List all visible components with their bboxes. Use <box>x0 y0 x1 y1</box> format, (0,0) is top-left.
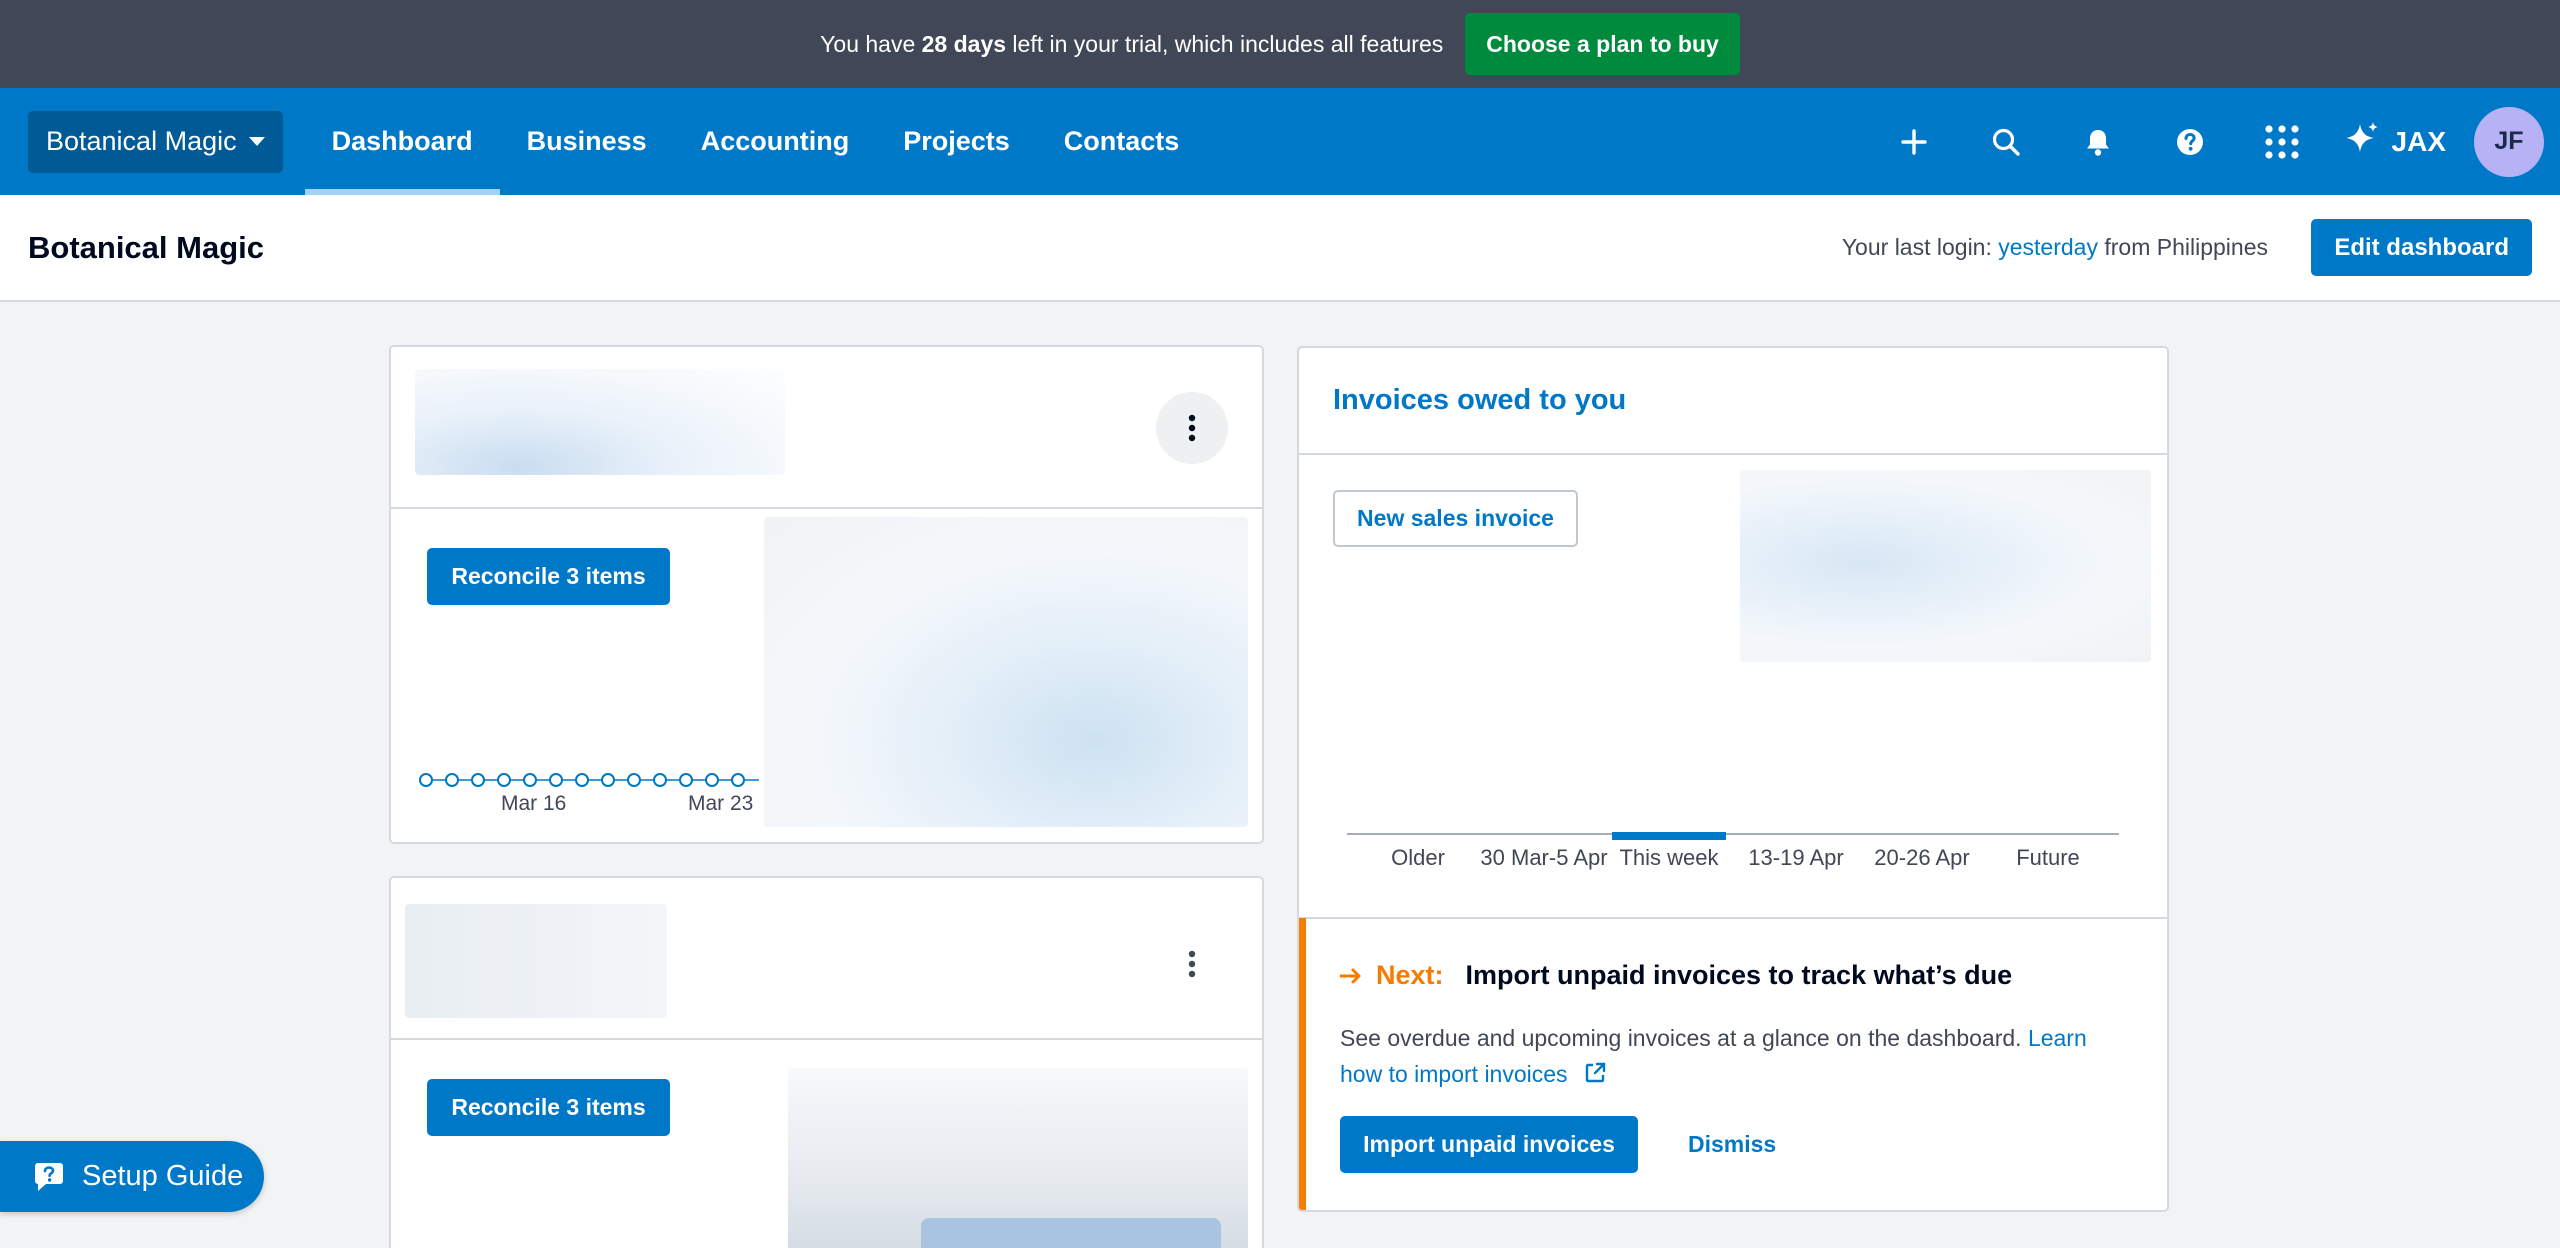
org-switcher[interactable]: Botanical Magic <box>28 110 283 173</box>
invoice-aging-chart <box>1347 832 2119 840</box>
tab-accounting[interactable]: Accounting <box>674 88 877 195</box>
tab-business[interactable]: Business <box>500 88 674 195</box>
tab-projects[interactable]: Projects <box>876 88 1037 195</box>
trial-days: 28 days <box>921 30 1007 57</box>
reconcile-button[interactable]: Reconcile 3 items <box>427 1079 670 1136</box>
jax-sparkle-icon <box>2345 121 2378 152</box>
arrow-right-icon <box>1340 968 1361 983</box>
dismiss-button[interactable]: Dismiss <box>1688 1116 1776 1173</box>
axis-label: 30 Mar-5 Apr <box>1480 845 1608 870</box>
chat-help-icon <box>35 1162 63 1191</box>
next-step-title: Import unpaid invoices to track what’s d… <box>1465 960 2013 990</box>
reconcile-button[interactable]: Reconcile 3 items <box>427 548 670 605</box>
external-link-icon[interactable] <box>1584 1062 1606 1084</box>
last-login-link[interactable]: yesterday <box>1998 234 2098 260</box>
account-name-placeholder <box>405 904 667 1018</box>
setup-guide-button[interactable]: Setup Guide <box>0 1141 264 1212</box>
nav-actions: JAX JF <box>1868 88 2544 195</box>
trial-banner: You have 28 days left in your trial, whi… <box>0 0 2560 88</box>
help-icon[interactable] <box>2144 88 2236 195</box>
edit-dashboard-button[interactable]: Edit dashboard <box>2311 219 2532 276</box>
bank-account-card: Reconcile 3 items Mar 16 Mar 23 <box>389 345 1264 844</box>
setup-guide-label: Setup Guide <box>82 1160 244 1192</box>
jax-assistant-button[interactable]: JAX <box>2338 120 2446 164</box>
next-step-heading: Next: Import unpaid invoices to track wh… <box>1340 960 2012 991</box>
nav-tabs: Dashboard Business Accounting Projects C… <box>304 88 1207 195</box>
account-name-placeholder <box>415 369 785 475</box>
search-icon[interactable] <box>1960 88 2052 195</box>
new-sales-invoice-button[interactable]: New sales invoice <box>1333 490 1578 547</box>
org-name: Botanical Magic <box>46 126 237 156</box>
top-nav: Botanical Magic Dashboard Business Accou… <box>0 88 2560 195</box>
more-options-icon[interactable] <box>1156 928 1228 1000</box>
next-step-description: See overdue and upcoming invoices at a g… <box>1340 1025 2087 1087</box>
axis-label: 13-19 Apr <box>1748 845 1844 870</box>
jax-label: JAX <box>2391 125 2446 157</box>
bell-icon[interactable] <box>2052 88 2144 195</box>
trial-message: You have 28 days left in your trial, whi… <box>820 30 1444 57</box>
invoice-chart-placeholder <box>1740 470 2151 662</box>
axis-label: This week <box>1619 845 1719 870</box>
this-week-marker <box>1612 832 1726 840</box>
choose-plan-button[interactable]: Choose a plan to buy <box>1465 13 1740 75</box>
divider <box>1299 453 2167 455</box>
invoices-title[interactable]: Invoices owed to you <box>1333 384 1626 417</box>
bank-account-card: Reconcile 3 items <box>389 876 1264 1248</box>
page-title: Botanical Magic <box>28 229 264 265</box>
balance-chart-placeholder <box>921 1218 1221 1248</box>
next-step-panel: Next: Import unpaid invoices to track wh… <box>1299 918 2167 1210</box>
avatar[interactable]: JF <box>2474 106 2544 177</box>
date-label: Mar 23 <box>688 792 754 815</box>
caret-down-icon <box>248 137 265 146</box>
import-unpaid-invoices-button[interactable]: Import unpaid invoices <box>1340 1116 1638 1173</box>
tab-dashboard[interactable]: Dashboard <box>304 88 500 195</box>
invoices-owed-card: Invoices owed to you New sales invoice O… <box>1297 346 2169 1212</box>
axis-label: 20-26 Apr <box>1874 845 1970 870</box>
balance-chart-placeholder <box>764 517 1248 827</box>
tab-contacts[interactable]: Contacts <box>1037 88 1207 195</box>
apps-grid-icon[interactable] <box>2236 88 2328 195</box>
date-label: Mar 16 <box>501 792 567 815</box>
divider <box>391 1038 1262 1040</box>
next-label: Next: <box>1376 960 1444 990</box>
invoice-aging-axis: Older 30 Mar-5 Apr This week 13-19 Apr 2… <box>1347 845 2121 875</box>
axis-label: Older <box>1391 845 1445 870</box>
last-login: Your last login: yesterday from Philippi… <box>1841 234 2268 260</box>
axis-label: Future <box>2016 845 2080 870</box>
more-options-icon[interactable] <box>1156 392 1228 464</box>
page-header: Botanical Magic Your last login: yesterd… <box>0 195 2560 302</box>
divider <box>391 507 1262 509</box>
plus-icon[interactable] <box>1868 88 1960 195</box>
